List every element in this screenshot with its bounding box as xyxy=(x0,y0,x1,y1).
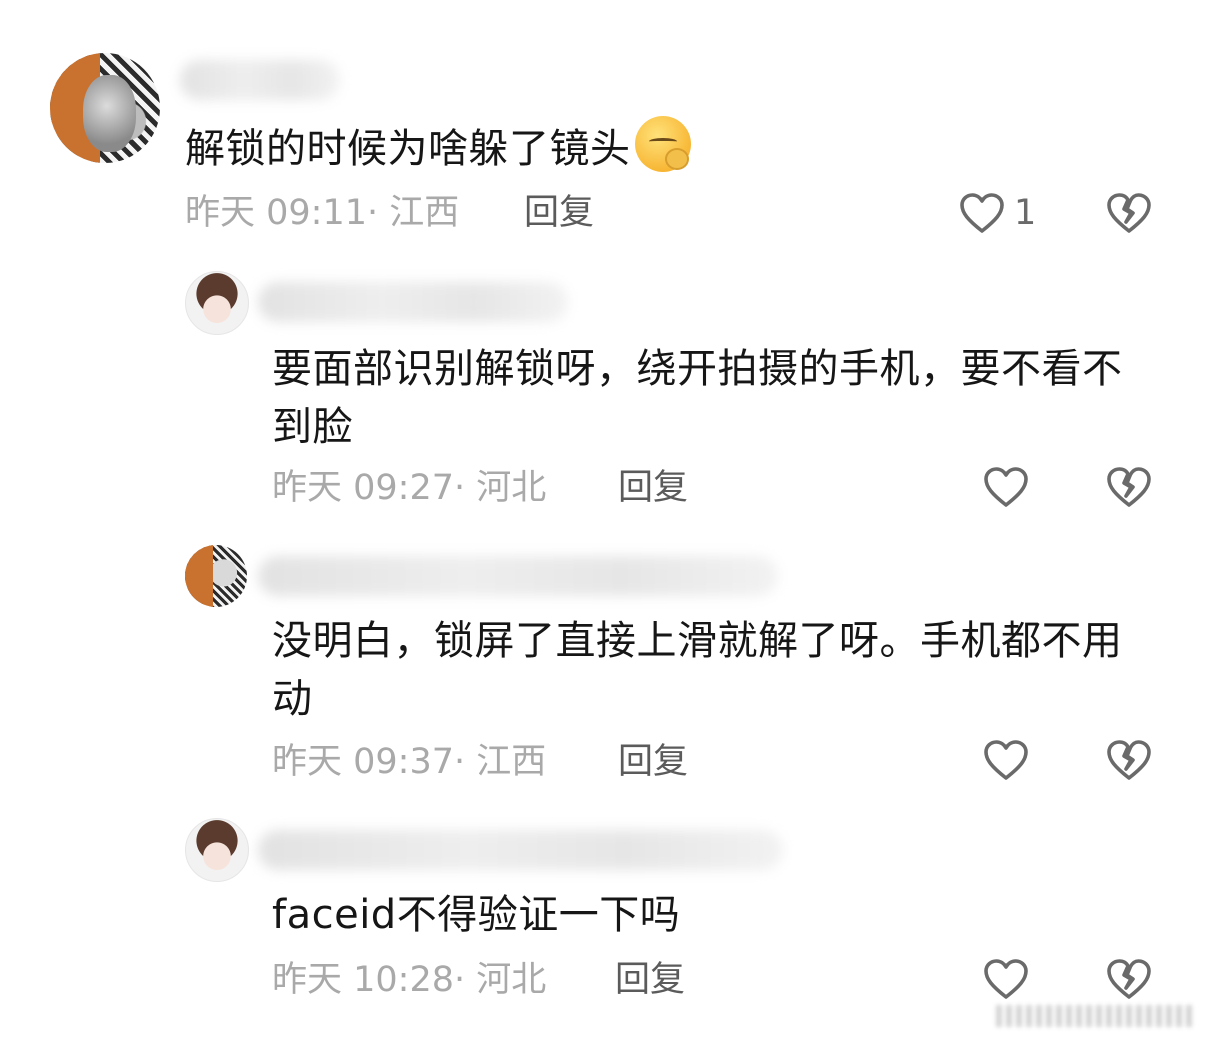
watermark xyxy=(996,1005,1196,1027)
comment-time-location: 昨天 09:27· 河北 xyxy=(272,468,547,508)
comment-time-location: 昨天 10:28· 河北 xyxy=(272,960,547,1000)
comment-time-location: 昨天 09:37· 江西 xyxy=(272,742,547,782)
username-blurred[interactable] xyxy=(258,282,568,322)
heart-outline-icon[interactable] xyxy=(982,738,1030,782)
comment-text: 要面部识别解锁呀，绕开拍摄的手机，要不看不到脸 xyxy=(272,346,1123,450)
comment-time-location: 昨天 09:11· 江西 xyxy=(185,193,460,233)
avatar[interactable] xyxy=(185,545,247,607)
broken-heart-icon[interactable] xyxy=(1105,738,1153,782)
comment-text: 没明白，锁屏了直接上滑就解了呀。手机都不用动 xyxy=(272,618,1123,722)
reply-button[interactable]: 回复 xyxy=(615,958,685,1002)
comment-text: faceid不得验证一下吗 xyxy=(272,892,681,938)
username-blurred[interactable] xyxy=(258,830,783,870)
username-blurred[interactable] xyxy=(258,556,778,596)
reply-button[interactable]: 回复 xyxy=(618,740,688,784)
username-blurred[interactable] xyxy=(180,60,340,100)
reply-button[interactable]: 回复 xyxy=(524,191,594,235)
comment-text: 解锁的时候为啥躲了镜头 xyxy=(185,116,1085,178)
shushing-face-icon xyxy=(634,116,691,172)
broken-heart-icon[interactable] xyxy=(1105,465,1153,509)
heart-outline-icon[interactable] xyxy=(982,957,1030,1001)
avatar[interactable] xyxy=(185,271,249,335)
heart-outline-icon[interactable] xyxy=(958,191,1006,235)
broken-heart-icon[interactable] xyxy=(1105,957,1153,1001)
avatar[interactable] xyxy=(50,53,160,163)
like-count: 1 xyxy=(1014,193,1037,233)
heart-outline-icon[interactable] xyxy=(982,465,1030,509)
broken-heart-icon[interactable] xyxy=(1105,191,1153,235)
avatar[interactable] xyxy=(185,818,249,882)
reply-button[interactable]: 回复 xyxy=(618,466,688,510)
